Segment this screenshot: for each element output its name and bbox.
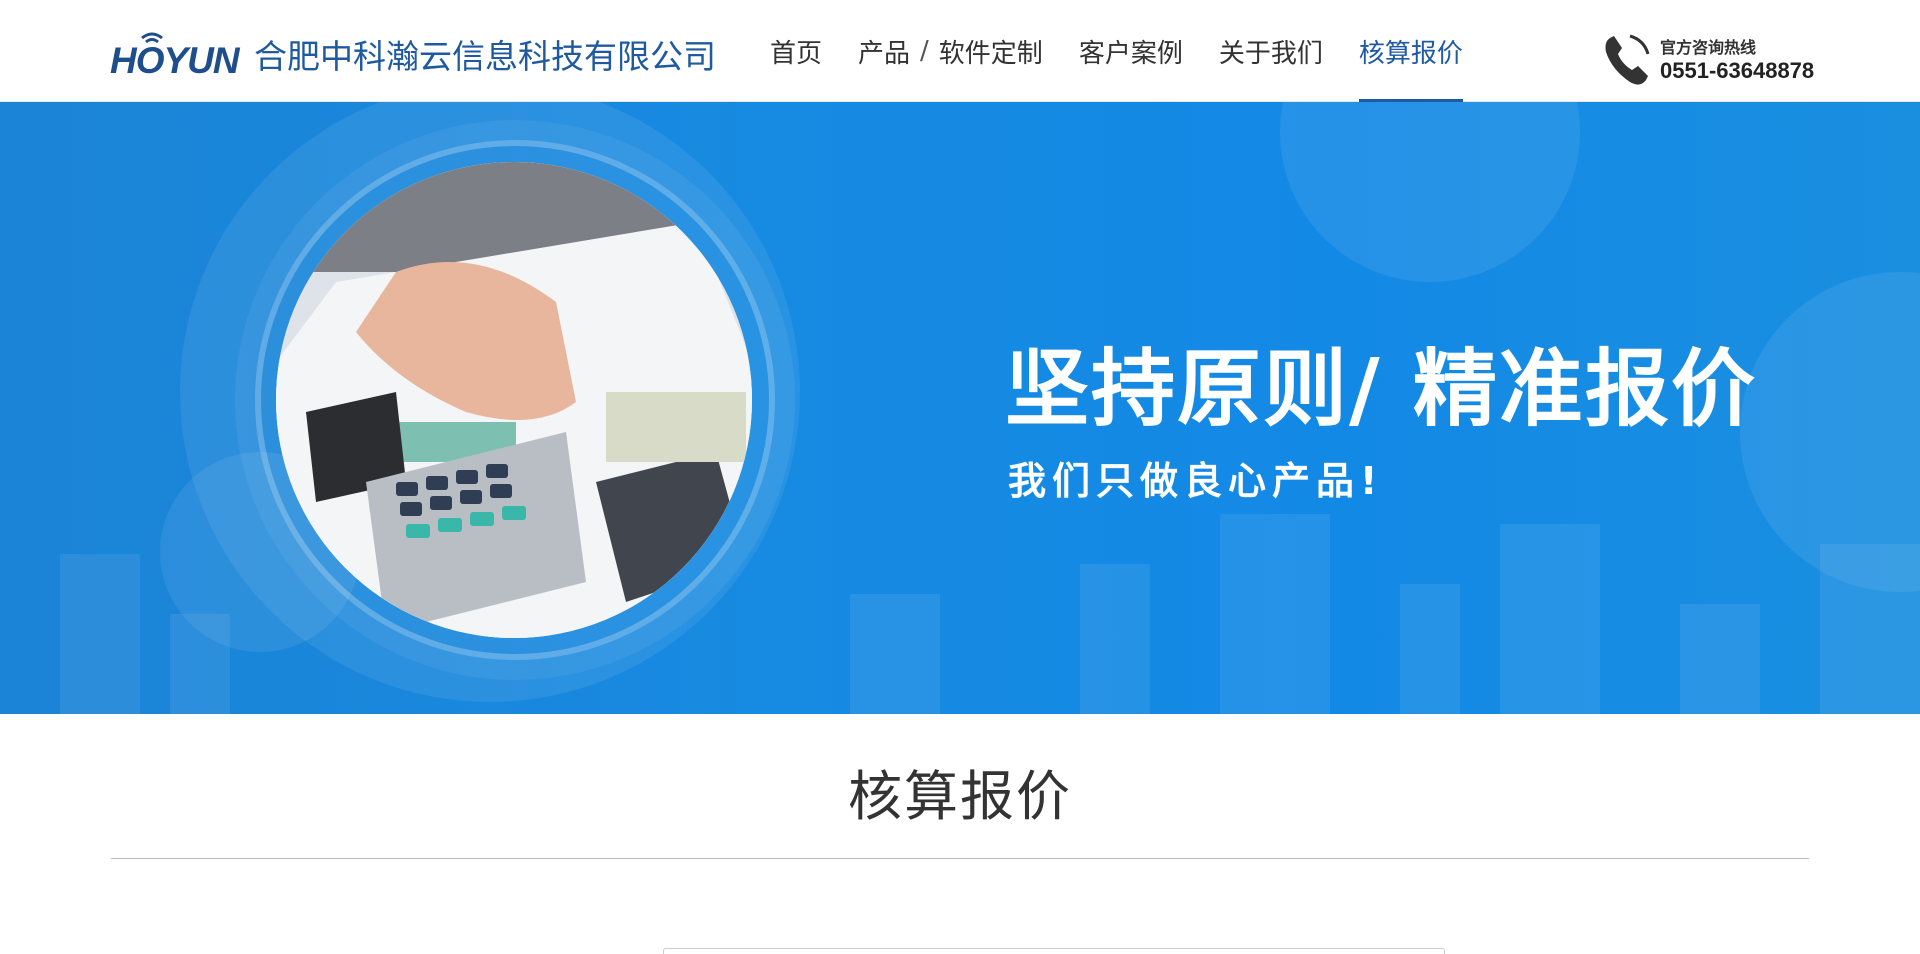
main-nav: 首页 产品 / 软件定制 客户案例 关于我们 核算报价: [770, 0, 1499, 102]
hotline: 官方咨询热线 0551-63648878: [1600, 30, 1814, 88]
calculator-image: [276, 162, 752, 638]
decor-bubble: [1280, 102, 1580, 282]
form-box: [663, 948, 1445, 954]
decor-building: [850, 594, 940, 714]
nav-pricing-label: 核算报价: [1358, 38, 1463, 69]
logo[interactable]: HOYUN 合肥中科瀚云信息科技有限公司: [110, 26, 716, 82]
phone-icon: [1605, 34, 1650, 85]
decor-building: [1820, 544, 1920, 714]
decor-building: [170, 614, 230, 714]
page-title: 核算报价: [848, 765, 1072, 828]
hotline-label: 官方咨询热线: [1660, 38, 1757, 57]
banner-title: 坚持原则/ 精准报价: [1005, 340, 1757, 438]
nav-custom-software-label: 软件定制: [938, 38, 1043, 69]
nav-products-label: 产品: [858, 38, 911, 69]
logo-mark: HOYUN: [110, 26, 246, 82]
banner-subtitle: 我们只做良心产品!: [1008, 459, 1384, 503]
company-name: 合肥中科瀚云信息科技有限公司: [254, 37, 716, 76]
decor-building: [1500, 524, 1600, 714]
nav-about[interactable]: 关于我们: [1219, 0, 1323, 102]
decor-building: [60, 554, 140, 714]
divider: [111, 858, 1809, 859]
banner-photo-calculator: [276, 162, 752, 638]
logo-text: HOYUN: [110, 40, 240, 81]
decor-building: [1400, 584, 1460, 714]
nav-about-label: 关于我们: [1218, 38, 1323, 69]
decor-building: [1080, 564, 1150, 714]
decor-building: [1220, 514, 1330, 714]
nav-separator: /: [920, 36, 929, 66]
nav-cases[interactable]: 客户案例: [1079, 0, 1183, 102]
hero-banner: 坚持原则/ 精准报价 我们只做良心产品!: [0, 102, 1920, 714]
site-header: HOYUN 合肥中科瀚云信息科技有限公司 首页 产品 / 软件定制 客户案例 关…: [0, 0, 1920, 102]
decor-building: [1680, 604, 1760, 714]
hotline-number[interactable]: 0551-63648878: [1660, 58, 1814, 84]
nav-cases-label: 客户案例: [1078, 38, 1183, 69]
nav-products[interactable]: 产品 / 软件定制: [858, 0, 1043, 102]
nav-pricing[interactable]: 核算报价: [1358, 0, 1463, 102]
nav-home[interactable]: 首页: [770, 0, 822, 102]
nav-home-label: 首页: [770, 38, 823, 69]
